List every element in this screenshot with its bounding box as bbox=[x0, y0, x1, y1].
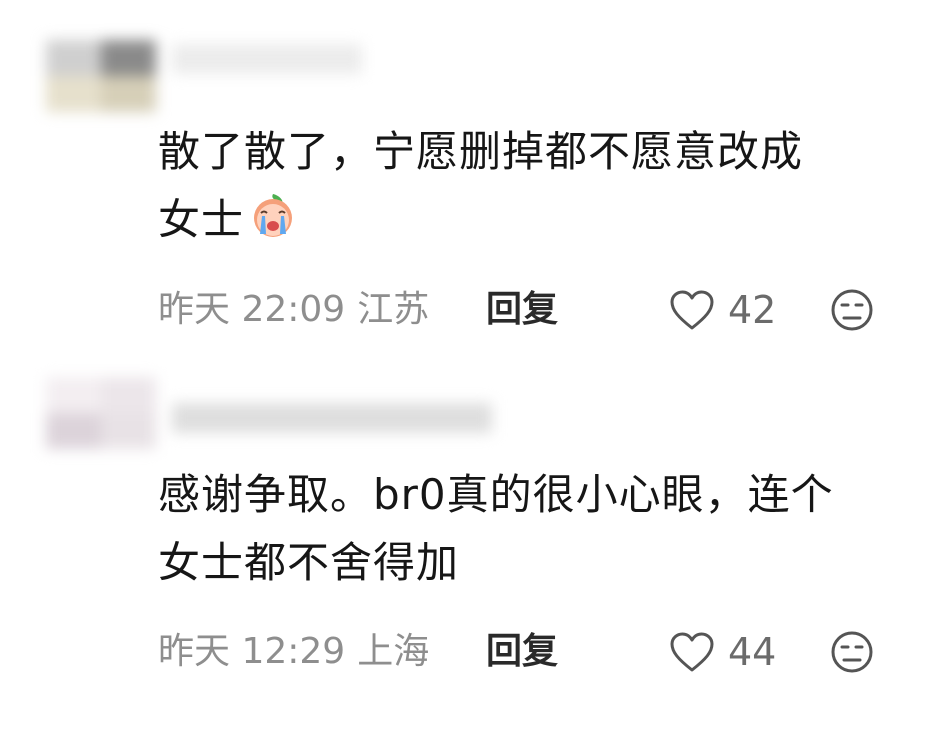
reply-button[interactable]: 回复 bbox=[486, 628, 558, 676]
like-button[interactable]: 42 bbox=[668, 286, 776, 334]
username[interactable] bbox=[172, 403, 492, 433]
like-button[interactable]: 44 bbox=[668, 628, 776, 676]
blurred-user-header bbox=[32, 367, 512, 457]
comment-item: 散了散了，宁愿删掉都不愿意改成 女士 昨天 22:09 江苏 回复 42 bbox=[0, 0, 942, 365]
dislike-button[interactable] bbox=[830, 288, 874, 332]
comment-info: 昨天 12:29 上海 bbox=[158, 628, 441, 676]
comment-location: 上海 bbox=[357, 631, 430, 672]
crying-peach-emoji-icon bbox=[248, 190, 298, 240]
username[interactable] bbox=[172, 44, 362, 74]
comment-text: 感谢争取。br0真的很小心眼，连个 女士都不舍得加 bbox=[158, 461, 918, 597]
comment-meta: 昨天 22:09 江苏 回复 42 bbox=[158, 286, 898, 334]
unhappy-face-icon bbox=[831, 289, 873, 331]
comment-meta: 昨天 12:29 上海 回复 44 bbox=[158, 628, 898, 676]
reply-button[interactable]: 回复 bbox=[486, 286, 558, 334]
comment-time: 昨天 12:29 bbox=[158, 631, 346, 672]
like-count: 44 bbox=[728, 630, 777, 674]
dislike-button[interactable] bbox=[830, 630, 874, 674]
comment-text-line-2: 女士 bbox=[158, 195, 245, 244]
comment-text-line: 女士都不舍得加 bbox=[158, 538, 460, 587]
comment-text-line: 散了散了，宁愿删掉都不愿意改成 bbox=[158, 127, 804, 176]
comment-text-line: 感谢争取。br0真的很小心眼，连个 bbox=[158, 470, 834, 519]
like-count: 42 bbox=[728, 288, 777, 332]
unhappy-face-icon bbox=[831, 631, 873, 673]
comment-info: 昨天 22:09 江苏 bbox=[158, 286, 441, 334]
comment-time: 昨天 22:09 bbox=[158, 289, 346, 330]
comment-location: 江苏 bbox=[357, 289, 430, 330]
comment-item: 感谢争取。br0真的很小心眼，连个 女士都不舍得加 昨天 12:29 上海 回复 … bbox=[0, 365, 942, 742]
blurred-user-header bbox=[32, 30, 512, 120]
heart-outline-icon bbox=[670, 290, 714, 330]
heart-outline-icon bbox=[670, 632, 714, 672]
avatar[interactable] bbox=[46, 40, 156, 112]
avatar[interactable] bbox=[46, 377, 156, 449]
comment-text-line: 女士 bbox=[158, 186, 918, 254]
comment-text: 散了散了，宁愿删掉都不愿意改成 女士 bbox=[158, 118, 918, 254]
